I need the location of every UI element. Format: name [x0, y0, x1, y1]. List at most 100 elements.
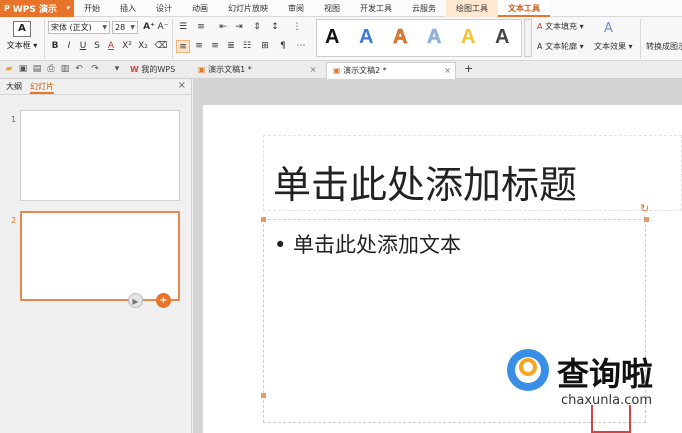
chevron-down-icon: ▾	[66, 4, 70, 12]
resize-handle[interactable]	[261, 393, 266, 398]
underline-button[interactable]: U	[76, 40, 90, 53]
save-as-icon[interactable]: ▤	[32, 64, 42, 74]
menu-bar: P WPS 演示 ▾ 开始 插入 设计 动画 幻灯片放映 审阅 视图 开发工具 …	[0, 0, 682, 17]
text-fill-icon: A	[537, 22, 543, 31]
tab-home[interactable]: 开始	[74, 0, 110, 17]
convert-diagram-button[interactable]: 转换成图示	[646, 41, 682, 52]
text-effect-label: 文本效果	[594, 42, 626, 51]
paragraph-icon[interactable]: ¶	[276, 40, 290, 53]
text-tools-icon[interactable]: ⋯	[294, 40, 308, 53]
subscript-button[interactable]: X₂	[136, 40, 150, 53]
print-icon[interactable]: ⎙	[46, 64, 56, 74]
font-name-select[interactable]: 宋体 (正文) ▼	[48, 21, 110, 34]
distribute-icon[interactable]: ☷	[240, 40, 254, 53]
app-menu-button[interactable]: P WPS 演示 ▾	[0, 0, 74, 17]
text-outline-button[interactable]: A 文本轮廓 ▾	[537, 41, 584, 52]
wps-window: P WPS 演示 ▾ 开始 插入 设计 动画 幻灯片放映 审阅 视图 开发工具 …	[0, 0, 682, 433]
style-swatch-yellow[interactable]: A	[461, 26, 475, 49]
slide-number: 1	[11, 115, 17, 124]
title-placeholder[interactable]: 单击此处添加标题	[263, 135, 682, 211]
shrink-font-button[interactable]: A⁻	[156, 21, 170, 34]
text-outline-icon: A	[537, 42, 543, 51]
document-tab-bar: ▰ ▣ ▤ ⎙ ▥ ↶ ↷ ▾ W 我的WPS ▣ 演示文稿1 * × ▣ 演示文…	[0, 61, 682, 79]
text-outline-label: 文本轮廓	[545, 42, 578, 51]
play-icon[interactable]: ▶	[128, 293, 143, 308]
slide-thumbnail-1[interactable]	[20, 110, 180, 201]
grow-font-button[interactable]: A⁺	[142, 21, 156, 34]
tab-design[interactable]: 设计	[146, 0, 182, 17]
justify-icon[interactable]: ≣	[224, 40, 238, 53]
increase-indent-icon[interactable]: ⇥	[232, 21, 246, 34]
resize-handle[interactable]	[644, 217, 649, 222]
tab-slides[interactable]: 幻灯片	[30, 81, 54, 94]
align-right-icon[interactable]: ≡	[208, 40, 222, 53]
resize-handle[interactable]	[261, 217, 266, 222]
font-size-select[interactable]: 28 ▼	[112, 21, 138, 34]
tab-drawing-tools[interactable]: 绘图工具	[446, 0, 498, 17]
align-center-icon[interactable]: ≡	[192, 40, 206, 53]
shadow-button[interactable]: S	[90, 40, 104, 53]
line-spacing-icon[interactable]: ↕	[268, 21, 282, 34]
text-effect-button[interactable]: 文本效果 ▾	[594, 41, 633, 52]
textbox-button[interactable]: A 文本框 ▾	[4, 19, 40, 59]
title-placeholder-text: 单击此处添加标题	[273, 163, 578, 207]
close-icon[interactable]: ×	[178, 80, 186, 91]
chevron-down-icon: ▼	[102, 24, 107, 31]
tab-cloud[interactable]: 云服务	[402, 0, 446, 17]
clear-format-icon[interactable]: ⌫	[154, 40, 168, 53]
tab-view[interactable]: 视图	[314, 0, 350, 17]
tab-review[interactable]: 审阅	[278, 0, 314, 17]
new-tab-button[interactable]: +	[458, 62, 479, 79]
app-name: WPS 演示	[12, 4, 58, 15]
vertical-align-icon[interactable]: ⊞	[258, 40, 272, 53]
tab-slideshow[interactable]: 幻灯片放映	[218, 0, 278, 17]
customize-chevron-icon[interactable]: ▾	[112, 64, 122, 74]
style-swatch-black[interactable]: A	[325, 26, 339, 49]
tab-insert[interactable]: 插入	[110, 0, 146, 17]
chevron-down-icon: ▼	[130, 24, 135, 31]
redo-icon[interactable]: ↷	[90, 64, 100, 74]
bold-button[interactable]: B	[48, 40, 62, 53]
gallery-scroll[interactable]	[524, 19, 532, 57]
font-size-value: 28	[115, 23, 126, 32]
tab-outline[interactable]: 大纲	[6, 81, 22, 92]
print-preview-icon[interactable]: ▥	[60, 64, 70, 74]
text-fill-button[interactable]: A 文本填充 ▾	[537, 21, 584, 32]
watermark-logo-icon	[507, 349, 549, 391]
numbering-icon[interactable]: ≡	[194, 21, 208, 34]
align-left-icon[interactable]: ≡	[176, 40, 190, 53]
italic-button[interactable]: I	[62, 40, 76, 53]
close-icon[interactable]: ×	[444, 63, 451, 79]
undo-icon[interactable]: ↶	[74, 64, 84, 74]
tab-label: 我的WPS	[141, 65, 176, 74]
tab-animation[interactable]: 动画	[182, 0, 218, 17]
rotate-handle-icon[interactable]: ↻	[640, 202, 649, 215]
tab-my-wps[interactable]: W 我的WPS	[124, 62, 181, 79]
decrease-indent-icon[interactable]: ⇤	[216, 21, 230, 34]
columns-icon[interactable]: ⋮	[290, 21, 304, 34]
highlight-box	[591, 405, 631, 433]
font-color-button[interactable]: A	[104, 40, 118, 53]
watermark-title: 查询啦	[557, 355, 654, 393]
close-icon[interactable]: ×	[310, 65, 317, 74]
tab-document-2[interactable]: ▣ 演示文稿2 * ×	[326, 62, 456, 79]
bullets-icon[interactable]: ☰	[176, 21, 190, 34]
ribbon-divider	[44, 19, 45, 59]
tab-text-tools[interactable]: 文本工具	[498, 0, 550, 17]
tab-label: 演示文稿2 *	[343, 66, 387, 75]
tab-document-1[interactable]: ▣ 演示文稿1 * ×	[192, 62, 322, 79]
open-folder-icon[interactable]: ▰	[4, 64, 14, 74]
style-swatch-gray[interactable]: A	[495, 26, 509, 49]
panel-tabs: 大纲 幻灯片 ×	[0, 79, 192, 95]
superscript-button[interactable]: X²	[120, 40, 134, 53]
tab-developer[interactable]: 开发工具	[350, 0, 402, 17]
slide-thumbnail-2[interactable]	[20, 211, 180, 301]
style-swatch-orange[interactable]: A	[393, 26, 408, 49]
text-direction-icon[interactable]: ⇕	[250, 21, 264, 34]
style-swatch-blue[interactable]: A	[359, 26, 373, 49]
save-icon[interactable]: ▣	[18, 64, 28, 74]
textbox-label: 文本框	[6, 41, 31, 50]
add-slide-icon[interactable]: +	[156, 293, 171, 308]
style-swatch-lightblue[interactable]: A	[427, 26, 441, 49]
textbox-icon: A	[13, 21, 31, 37]
